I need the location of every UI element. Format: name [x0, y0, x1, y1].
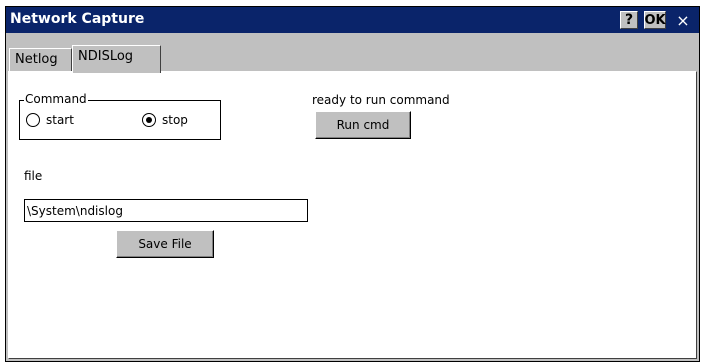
tab-ndislog[interactable]: NDISLog [72, 45, 161, 73]
stop-radio-label: stop [162, 113, 188, 127]
help-button[interactable]: ? [620, 11, 638, 29]
window-title: Network Capture [10, 11, 145, 27]
start-radio-circle[interactable] [26, 113, 40, 127]
tab-netlog[interactable]: Netlog [9, 48, 72, 72]
run-cmd-button[interactable]: Run cmd [315, 111, 411, 139]
stop-radio-circle[interactable] [142, 113, 156, 127]
save-file-button[interactable]: Save File [116, 230, 214, 258]
file-path-input[interactable]: \System\ndislog [24, 199, 308, 222]
ndislog-panel: Command start stop ready to run command … [8, 71, 697, 359]
stop-radio[interactable]: stop [142, 113, 188, 127]
file-label: file [24, 169, 43, 183]
status-text: ready to run command [312, 93, 450, 107]
ok-button[interactable]: OK [644, 11, 666, 29]
command-group-label: Command [24, 92, 88, 106]
start-radio[interactable]: start [26, 113, 74, 127]
close-button[interactable]: × [672, 11, 694, 30]
network-capture-window: Network Capture ? OK × Netlog NDISLog Co… [5, 6, 700, 362]
command-group: Command start stop [19, 92, 221, 140]
start-radio-label: start [46, 113, 74, 127]
title-bar: Network Capture ? OK × [6, 7, 699, 33]
